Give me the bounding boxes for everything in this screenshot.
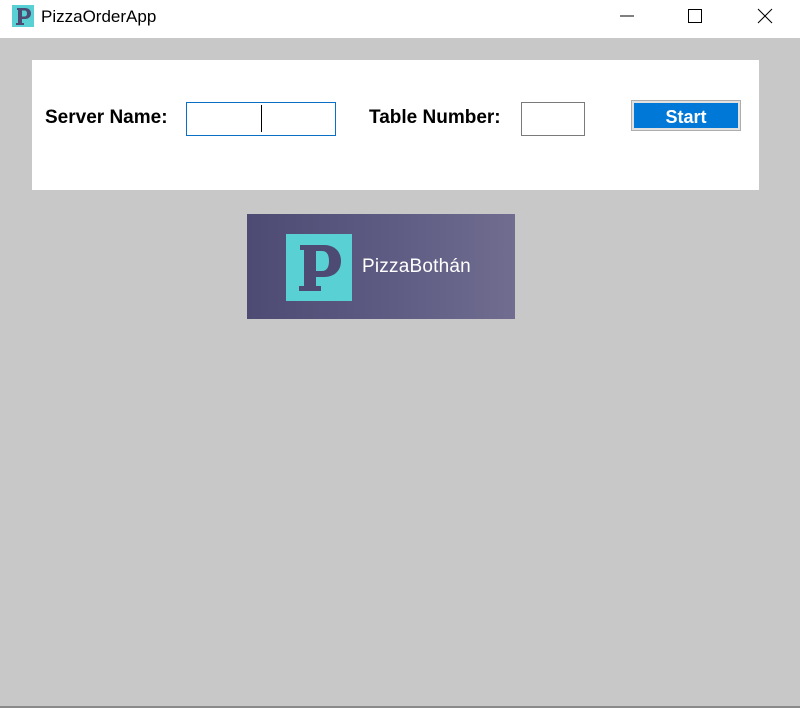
maximize-button[interactable] xyxy=(672,0,718,32)
pizza-p-logo-icon xyxy=(286,234,352,301)
maximize-icon xyxy=(688,9,702,23)
minimize-icon xyxy=(620,15,634,17)
app-window: PizzaOrderApp Server Name: Table Number:… xyxy=(0,0,800,708)
table-number-label: Table Number: xyxy=(369,107,501,128)
window-title: PizzaOrderApp xyxy=(41,7,157,26)
start-button[interactable]: Start xyxy=(631,100,741,131)
order-setup-panel: Server Name: Table Number: Start xyxy=(32,60,759,190)
start-button-label: Start xyxy=(634,103,738,128)
logo-brand-text: PizzaBothán xyxy=(362,256,471,277)
text-caret xyxy=(261,105,262,132)
app-icon xyxy=(12,5,34,27)
title-bar: PizzaOrderApp xyxy=(0,0,800,38)
close-button[interactable] xyxy=(742,0,788,32)
close-icon xyxy=(757,8,773,24)
pizzabothan-logo: PizzaBothán xyxy=(247,214,515,319)
minimize-button[interactable] xyxy=(604,0,650,32)
table-number-input[interactable] xyxy=(521,102,585,136)
server-name-label: Server Name: xyxy=(45,107,168,128)
